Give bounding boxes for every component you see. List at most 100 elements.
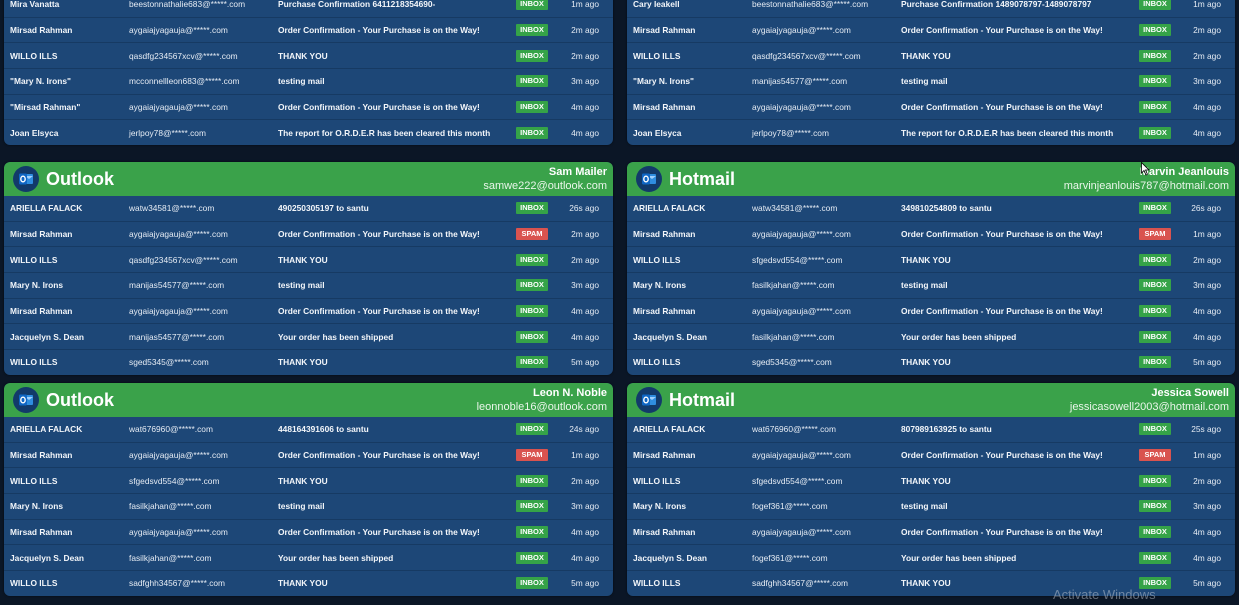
message-row[interactable]: WILLO ILLS qasdfg234567xcv@*****.com THANK… <box>4 247 613 274</box>
mail-panel: Hotmail Marvin Jeanlouis marvinjeanlouis78… <box>627 162 1235 375</box>
message-row[interactable]: Jacquelyn S. Dean fogef361@*****.com Your … <box>627 545 1235 572</box>
message-row[interactable]: Mirsad Rahman aygaiajyagauja@*****.com Ord… <box>627 222 1235 248</box>
account-info: Leon N. Noble leonnoble16@outlook.com <box>477 386 607 414</box>
sender-email: aygaiajyagauja@*****.com <box>752 102 851 113</box>
folder-badge: INBOX <box>516 551 548 564</box>
received-time: 5m ago <box>571 357 599 368</box>
sender-email: aygaiajyagauja@*****.com <box>752 527 851 538</box>
sender-email: mcconnellleon683@*****.com <box>129 76 240 87</box>
folder-badge: INBOX <box>1139 551 1171 564</box>
message-row[interactable]: Mirsad Rahman aygaiajyagauja@*****.com Ord… <box>4 18 613 44</box>
message-row[interactable]: Cary Ieakell beestonnathalie683@*****.com… <box>627 0 1235 18</box>
sender-name: Mirsad Rahman <box>633 229 696 240</box>
sender-email: manijas54577@*****.com <box>752 76 848 87</box>
message-row[interactable]: Jacquelyn S. Dean manijas54577@*****.com Y… <box>4 324 613 351</box>
message-row[interactable]: Mirsad Rahman aygaiajyagauja@*****.com Ord… <box>4 222 613 248</box>
message-row[interactable]: WILLO ILLS qasdfg234567xcv@*****.com THANK… <box>4 43 613 70</box>
sender-email: aygaiajyagauja@*****.com <box>752 229 851 240</box>
message-row[interactable]: ARIELLA FALACK watw34581@*****.com 3498102… <box>627 196 1235 222</box>
folder-badge: INBOX <box>1139 24 1171 37</box>
message-subject: Your order has been shipped <box>278 331 394 342</box>
sender-name: Mary N. Irons <box>10 280 64 291</box>
sender-name: Mirsad Rahman <box>10 25 73 36</box>
message-row[interactable]: Joan Elsyca jerlpoy78@*****.com The report… <box>4 120 613 145</box>
message-row[interactable]: Mirsad Rahman aygaiajyagauja@*****.com Ord… <box>627 443 1235 469</box>
message-row[interactable]: Jacquelyn S. Dean fasilkjahan@*****.com Yo… <box>4 545 613 572</box>
message-subject: testing mail <box>278 280 325 291</box>
sender-email: aygaiajyagauja@*****.com <box>752 25 851 36</box>
message-subject: testing mail <box>278 76 325 87</box>
message-row[interactable]: Mirsad Rahman aygaiajyagauja@*****.com Ord… <box>4 299 613 325</box>
received-time: 3m ago <box>571 280 599 291</box>
sender-email: sfgedsvd554@*****.com <box>752 475 843 486</box>
message-subject: THANK YOU <box>901 475 951 486</box>
message-subject: Order Confirmation - Your Purchase is on… <box>901 229 1103 240</box>
sender-email: aygaiajyagauja@*****.com <box>129 450 228 461</box>
folder-badge: INBOX <box>1139 279 1171 292</box>
message-row[interactable]: "Mary N. Irons" mcconnellleon683@*****.co… <box>4 69 613 95</box>
received-time: 24s ago <box>569 424 599 435</box>
message-subject: Order Confirmation - Your Purchase is on… <box>901 25 1103 36</box>
folder-badge: INBOX <box>516 474 548 487</box>
message-row[interactable]: WILLO ILLS sadfghh34567@*****.com THANK YO… <box>4 571 613 596</box>
message-row[interactable]: Mirsad Rahman aygaiajyagauja@*****.com Ord… <box>4 443 613 469</box>
message-row[interactable]: Mary N. Irons fogef361@*****.com testing m… <box>627 494 1235 520</box>
received-time: 2m ago <box>1193 25 1221 36</box>
sender-email: fasilkjahan@*****.com <box>752 280 835 291</box>
message-row[interactable]: Joan Elsyca jerlpoy78@*****.com The report… <box>627 120 1235 145</box>
account-name: Sam Mailer <box>548 166 607 178</box>
panel-header: Outlook Sam Mailer samwe222@outlook.com <box>4 162 613 196</box>
folder-badge: INBOX <box>516 330 548 343</box>
message-row[interactable]: "Mirsad Rahman" aygaiajyagauja@*****.com O… <box>4 95 613 121</box>
message-row[interactable]: Jacquelyn S. Dean fasilkjahan@*****.com Yo… <box>627 324 1235 351</box>
message-row[interactable]: Mirsad Rahman aygaiajyagauja@*****.com Ord… <box>4 520 613 546</box>
message-row[interactable]: Mary N. Irons manijas54577@*****.com testi… <box>4 273 613 299</box>
received-time: 4m ago <box>571 127 599 138</box>
folder-badge: INBOX <box>1139 356 1171 369</box>
message-subject: testing mail <box>901 76 948 87</box>
folder-badge: INBOX <box>1139 49 1171 62</box>
message-row[interactable]: Mirsad Rahman aygaiajyagauja@*****.com Ord… <box>627 18 1235 44</box>
message-row[interactable]: Mirsad Rahman aygaiajyagauja@*****.com Ord… <box>627 299 1235 325</box>
outlook-icon <box>636 387 662 413</box>
message-row[interactable]: Mary N. Irons fasilkjahan@*****.com testin… <box>4 494 613 520</box>
folder-badge: INBOX <box>1139 126 1171 139</box>
message-row[interactable]: ARIELLA FALACK wat676960@*****.com 4481643… <box>4 417 613 443</box>
message-row[interactable]: ARIELLA FALACK wat676960@*****.com 8079891… <box>627 417 1235 443</box>
message-subject: Order Confirmation - Your Purchase is on… <box>278 102 480 113</box>
message-subject: THANK YOU <box>901 578 951 589</box>
received-time: 4m ago <box>1193 127 1221 138</box>
sender-name: Joan Elsyca <box>633 127 682 138</box>
message-subject: Your order has been shipped <box>901 331 1017 342</box>
sender-email: aygaiajyagauja@*****.com <box>129 306 228 317</box>
message-row[interactable]: "Mary N. Irons" manijas54577@*****.com tes… <box>627 69 1235 95</box>
mail-panel: Hotmail Jessica Sowell jessicasowell2003@h… <box>627 383 1235 596</box>
message-subject: THANK YOU <box>278 254 328 265</box>
message-row[interactable]: Mirsad Rahman aygaiajyagauja@*****.com Ord… <box>627 95 1235 121</box>
received-time: 2m ago <box>571 25 599 36</box>
received-time: 4m ago <box>571 552 599 563</box>
sender-email: sadfghh34567@*****.com <box>129 578 226 589</box>
message-row[interactable]: Mirsad Rahman aygaiajyagauja@*****.com Ord… <box>627 520 1235 546</box>
folder-badge: INBOX <box>516 126 548 139</box>
message-list: ARIELLA FALACK wat676960@*****.com 8079891… <box>627 417 1235 596</box>
folder-badge: INBOX <box>516 24 548 37</box>
received-time: 4m ago <box>1193 331 1221 342</box>
message-row[interactable]: WILLO ILLS qasdfg234567xcv@*****.com THANK… <box>627 43 1235 70</box>
message-row[interactable]: Mira Vanatta beestonnathalie683@*****.com… <box>4 0 613 18</box>
message-subject: THANK YOU <box>278 475 328 486</box>
message-row[interactable]: WILLO ILLS sfgedsvd554@*****.com THANK YOU… <box>627 247 1235 274</box>
message-row[interactable]: WILLO ILLS sfgedsvd554@*****.com THANK YOU… <box>627 468 1235 495</box>
folder-badge: INBOX <box>516 526 548 539</box>
message-row[interactable]: ARIELLA FALACK watw34581@*****.com 4902503… <box>4 196 613 222</box>
sender-email: beestonnathalie683@*****.com <box>129 0 246 10</box>
received-time: 26s ago <box>569 203 599 214</box>
sender-name: Jacquelyn S. Dean <box>633 552 708 563</box>
message-row[interactable]: Mary N. Irons fasilkjahan@*****.com testin… <box>627 273 1235 299</box>
message-row[interactable]: WILLO ILLS sged5345@*****.com THANK YOU INB… <box>4 350 613 375</box>
message-row[interactable]: WILLO ILLS sfgedsvd554@*****.com THANK YOU… <box>4 468 613 495</box>
message-subject: THANK YOU <box>278 578 328 589</box>
received-time: 2m ago <box>1193 254 1221 265</box>
message-list: ARIELLA FALACK wat676960@*****.com 4481643… <box>4 417 613 596</box>
message-row[interactable]: WILLO ILLS sged5345@*****.com THANK YOU INB… <box>627 350 1235 375</box>
